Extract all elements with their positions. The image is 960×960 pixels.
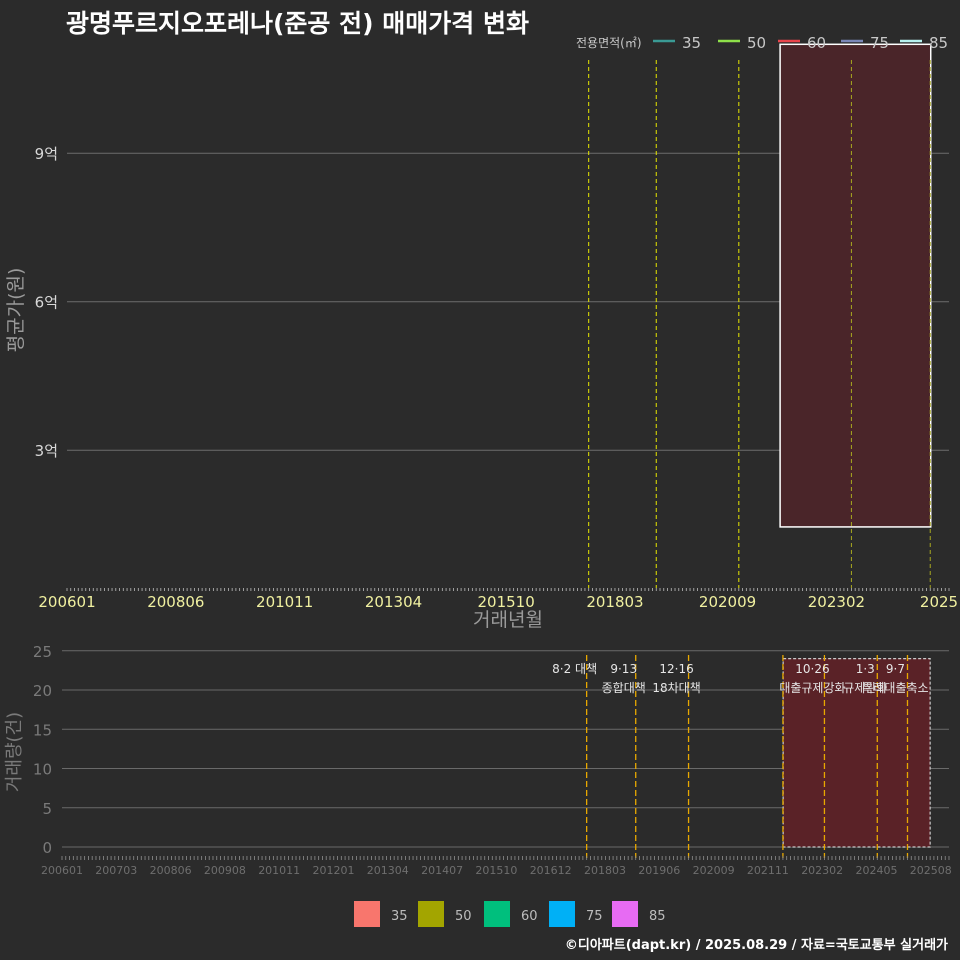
x-tick-label: 202508 bbox=[910, 864, 952, 877]
x-tick-label: 202405 bbox=[856, 864, 898, 877]
x-tick-label: 202111 bbox=[747, 864, 789, 877]
y-tick-label: 0 bbox=[42, 839, 52, 857]
x-tick-label: 200601 bbox=[41, 864, 83, 877]
legend-label-85: 85 bbox=[649, 909, 666, 924]
policy-date-label: 1·3 bbox=[856, 662, 875, 676]
x-tick-label: 201510 bbox=[475, 864, 517, 877]
y-tick-label: 25 bbox=[33, 643, 52, 661]
legend-swatch-85 bbox=[612, 901, 638, 927]
policy-date-label: 8·2 대책 bbox=[552, 661, 597, 676]
y-tick-label: 15 bbox=[33, 721, 52, 739]
x-tick-label: 201612 bbox=[530, 864, 572, 877]
policy-event-label: 대출규제강화 bbox=[779, 681, 845, 695]
legend-label-50: 50 bbox=[455, 909, 472, 924]
source-credit: ©디아파트(dapt.kr) / 2025.08.29 / 자료=국토교통부 실… bbox=[564, 938, 948, 953]
policy-date-label: 12·16 bbox=[659, 662, 693, 676]
policy-event-label: 18차대책 bbox=[652, 680, 700, 695]
x-tick-label: 200806 bbox=[150, 864, 192, 877]
x-tick-label: 201304 bbox=[367, 864, 409, 877]
policy-date-label: 9·13 bbox=[610, 662, 637, 676]
y-tick-label: 5 bbox=[42, 800, 52, 818]
y-axis-title: 거래량(건) bbox=[4, 712, 25, 792]
policy-event-label: 종합대책 bbox=[602, 680, 646, 695]
x-tick-label: 201201 bbox=[313, 864, 355, 877]
legend-label-60: 60 bbox=[521, 909, 538, 924]
x-tick-label: 201011 bbox=[258, 864, 300, 877]
legend-swatch-50 bbox=[418, 901, 444, 927]
x-tick-label: 201803 bbox=[584, 864, 626, 877]
legend-label-75: 75 bbox=[586, 909, 603, 924]
x-tick-label: 202302 bbox=[801, 864, 843, 877]
legend-swatch-35 bbox=[354, 901, 380, 927]
x-tick-label: 201407 bbox=[421, 864, 463, 877]
x-tick-label: 202009 bbox=[693, 864, 735, 877]
x-tick-label: 200908 bbox=[204, 864, 246, 877]
legend-swatch-60 bbox=[484, 901, 510, 927]
legend-swatch-75 bbox=[549, 901, 575, 927]
volume-bar-chart: 0 5 10 15 20 25 8·2 대책 9·13 종합대책 12·16 18차대책 10·26 대… bbox=[4, 643, 952, 927]
policy-date-label: 10·26 bbox=[795, 662, 829, 676]
policy-event-label: 특례대출축소 bbox=[862, 681, 928, 695]
y-tick-label: 10 bbox=[33, 761, 52, 779]
legend-label-35: 35 bbox=[391, 909, 408, 924]
x-tick-label: 200703 bbox=[95, 864, 137, 877]
policy-date-label: 9·7 bbox=[886, 662, 905, 676]
y-tick-label: 20 bbox=[33, 682, 52, 700]
x-tick-label: 201906 bbox=[638, 864, 680, 877]
